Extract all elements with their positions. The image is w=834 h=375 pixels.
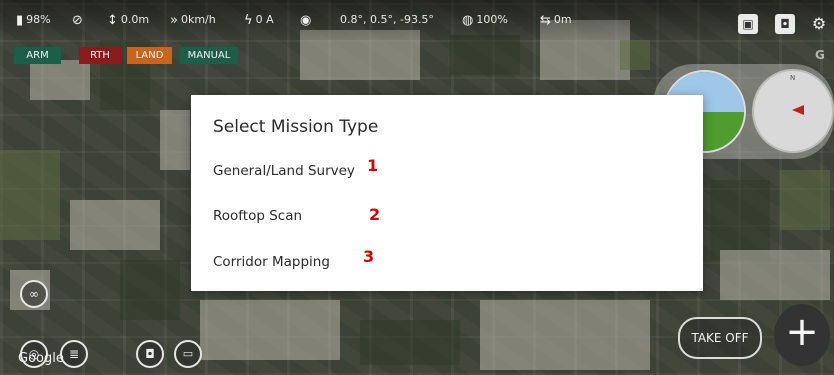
takeoff-button[interactable]: TAKE OFF [678,317,762,359]
gps-status: ⊘ [72,13,86,28]
signal-icon: ◍ [462,13,474,28]
status-bar: ▮ 98% ⊘ ↕ 0.0m » 0km/h ϟ0 A ◉ 0.8°, 0.5°, -… [0,0,834,40]
manual-button[interactable]: MANUAL [180,47,238,64]
add-button[interactable]: + [774,304,830,366]
land-button[interactable]: LAND [127,47,172,64]
distance-status: ⇆ 0m [540,13,572,28]
altitude-icon: ↕ [107,13,118,28]
dialog-title: Select Mission Type [213,117,379,137]
mission-option-general-land-survey[interactable]: General/Land Survey [213,163,355,179]
distance-icon: ⇆ [540,13,551,28]
battery-icon: ▮ [16,13,24,28]
save-icon[interactable]: ▣ [738,14,758,34]
binoculars-icon[interactable]: ∞ [20,280,48,308]
settings-icon[interactable]: ⚙ [810,14,828,34]
gimbal-status: ◉ [300,13,314,28]
gimbal-icon: ◉ [300,13,312,28]
option-number-1: 1 [367,156,379,175]
speed-icon: » [170,13,178,28]
battery-status: ▮ 98% [16,13,51,28]
map-attribution: Google [18,351,64,366]
speed-status: » 0km/h [170,13,216,28]
altitude-status: ↕ 0.0m [107,13,150,28]
current-status: ϟ0 A [244,13,274,28]
rth-button[interactable]: RTH [79,47,121,64]
video-icon[interactable]: ▭ [174,340,202,368]
corner-label: G [815,48,825,62]
mission-option-rooftop-scan[interactable]: Rooftop Scan [213,208,302,224]
list-icon[interactable]: ≣ [60,340,88,368]
select-mission-dialog: Select Mission Type General/Land Survey … [191,95,703,291]
gimbal-angles: 0.8°, 0.5°, -93.5° [340,13,434,26]
current-icon: ϟ [244,13,253,28]
signal-status: ◍ 100% [462,13,508,28]
camera-icon[interactable]: ◘ [775,14,795,34]
compass-needle-icon [792,105,804,115]
gps-off-icon: ⊘ [72,13,83,28]
compass: N [752,69,834,153]
arm-button[interactable]: ARM [14,47,61,64]
compass-north-label: N [790,74,796,82]
option-number-2: 2 [369,205,381,224]
mission-option-corridor-mapping[interactable]: Corridor Mapping [213,254,330,270]
option-number-3: 3 [363,247,375,266]
camera-capture-icon[interactable]: ◘ [136,340,164,368]
